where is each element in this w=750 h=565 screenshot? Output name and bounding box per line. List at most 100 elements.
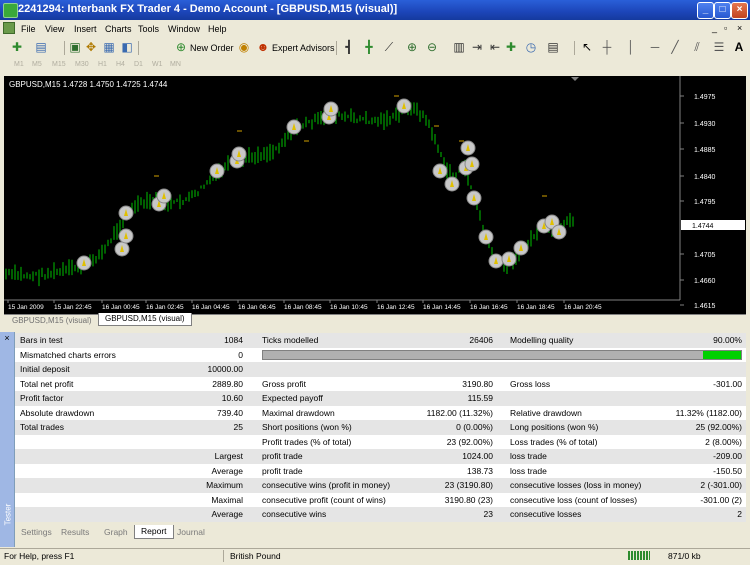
periodicity-icon[interactable]: ◷ xyxy=(524,40,538,54)
vertical-line-icon[interactable]: │ xyxy=(624,40,638,54)
tester-close-icon[interactable]: × xyxy=(2,333,12,343)
chart-canvas[interactable]: GBPUSD,M15 1.4728 1.4750 1.4725 1.4744 1… xyxy=(4,76,746,314)
document-icon[interactable] xyxy=(3,22,15,34)
terminal-icon[interactable]: ▦ xyxy=(102,40,116,54)
cursor-icon[interactable]: ↖ xyxy=(580,40,594,54)
horizontal-line-icon[interactable]: ─ xyxy=(648,40,662,54)
menu-charts[interactable]: Charts xyxy=(105,24,132,34)
time-label: 15 Jan 22:45 xyxy=(54,304,92,311)
menu-file[interactable]: File xyxy=(21,24,36,34)
report-cell-c1: Profit factor xyxy=(20,393,64,403)
fibonacci-icon[interactable]: ☰ xyxy=(712,40,726,54)
meta-editor-icon[interactable]: ◉ xyxy=(237,40,251,54)
report-cell-v1: Average xyxy=(211,465,243,476)
doc-minimize-icon[interactable]: _ xyxy=(712,23,717,33)
report-row: Bars in test 1084 Ticks modelled 26406 Model… xyxy=(15,333,746,348)
menu-view[interactable]: View xyxy=(45,24,64,34)
status-traffic: 871/0 kb xyxy=(668,551,701,561)
maximize-button[interactable]: □ xyxy=(714,2,731,19)
report-cell-c2: Short positions (won %) xyxy=(262,422,352,432)
new-chart-icon[interactable]: ✚ xyxy=(10,40,24,54)
time-label: 16 Jan 10:45 xyxy=(330,304,368,311)
tab-results[interactable]: Results xyxy=(61,526,89,539)
tab-journal[interactable]: Journal xyxy=(177,526,205,539)
trendline-icon[interactable]: ╱ xyxy=(668,40,682,54)
report-row: Maximum consecutive wins (profit in money… xyxy=(15,478,746,493)
indicators-icon[interactable]: ✚ xyxy=(504,40,518,54)
period-h4[interactable]: H4 xyxy=(116,61,125,68)
report-cell-c3: Relative drawdown xyxy=(510,407,582,418)
period-m1[interactable]: M1 xyxy=(14,61,24,68)
new-order-icon[interactable]: ⊕ xyxy=(174,40,188,54)
period-mn[interactable]: MN xyxy=(170,61,181,68)
time-label: 16 Jan 12:45 xyxy=(377,304,415,311)
channel-icon[interactable]: ⫽ xyxy=(690,40,704,54)
report-cell-c3: Long positions (won %) xyxy=(510,422,599,432)
tab-settings[interactable]: Settings xyxy=(21,526,52,539)
tester-report: Bars in test 1084 Ticks modelled 26406 Model… xyxy=(15,333,746,522)
doc-close-icon[interactable]: × xyxy=(737,23,742,33)
close-button[interactable]: × xyxy=(731,2,748,19)
report-cell-v1: 1084 xyxy=(224,335,243,345)
period-h1[interactable]: H1 xyxy=(98,61,107,68)
line-chart-icon[interactable]: ⟋ xyxy=(382,40,396,54)
period-m5[interactable]: M5 xyxy=(32,61,42,68)
report-cell-c3: consecutive losses (loss in money) xyxy=(510,480,642,490)
zoom-in-icon[interactable]: ⊕ xyxy=(405,40,419,54)
report-row: Total trades 25 Short positions (won %) 0 (… xyxy=(15,420,746,435)
text-tool-icon[interactable]: A xyxy=(732,40,746,54)
crosshair-icon[interactable]: ┼ xyxy=(600,40,614,54)
chart-header: GBPUSD,M15 1.4728 1.4750 1.4725 1.4744 xyxy=(9,80,168,89)
report-cell-c3: loss trade xyxy=(510,465,547,476)
templates-icon[interactable]: ▤ xyxy=(546,40,560,54)
profiles-icon[interactable]: ▤ xyxy=(34,40,48,54)
expert-advisors-icon[interactable]: ☻ xyxy=(256,40,270,54)
auto-scroll-icon[interactable]: ⇥ xyxy=(470,40,484,54)
chart-tab-1[interactable]: GBPUSD,M15 (visual) xyxy=(6,315,98,327)
candlestick-icon[interactable]: ╋ xyxy=(362,40,376,54)
period-d1[interactable]: D1 xyxy=(134,61,143,68)
report-row: Largest profit trade 1024.00 loss trade -209… xyxy=(15,449,746,464)
tab-report[interactable]: Report xyxy=(134,525,174,539)
report-cell-c1: Bars in test xyxy=(20,335,63,345)
period-w1[interactable]: W1 xyxy=(152,61,163,68)
report-cell-v1: Largest xyxy=(214,451,243,461)
time-label: 16 Jan 14:45 xyxy=(423,304,461,311)
navigator-icon[interactable]: ✥ xyxy=(84,40,98,54)
zoom-out-icon[interactable]: ⊖ xyxy=(425,40,439,54)
expert-advisors-button[interactable]: Expert Advisors xyxy=(272,43,335,53)
status-profile: British Pound xyxy=(230,551,281,561)
report-cell-v1: 10000.00 xyxy=(207,364,243,374)
market-watch-icon[interactable]: ▣ xyxy=(68,40,82,54)
report-cell-v1: 2889.80 xyxy=(212,378,243,389)
minimize-button[interactable]: _ xyxy=(697,2,714,19)
tile-windows-icon[interactable]: ▥ xyxy=(452,40,466,54)
report-cell-v1: 739.40 xyxy=(217,407,243,418)
report-cell-c1: Absolute drawdown xyxy=(20,407,95,418)
report-cell-c3: loss trade xyxy=(510,451,547,461)
doc-restore-icon[interactable]: ▫ xyxy=(724,23,727,33)
report-cell-c3: Modelling quality xyxy=(510,335,574,345)
toolbar-separator xyxy=(336,41,337,55)
tab-graph[interactable]: Graph xyxy=(104,526,128,539)
new-order-button[interactable]: New Order xyxy=(190,43,234,53)
report-cell-v3: 11.32% (1182.00) xyxy=(675,407,742,418)
price-chart[interactable]: GBPUSD,M15 1.4728 1.4750 1.4725 1.4744 1… xyxy=(4,76,746,314)
tester-icon[interactable]: ◧ xyxy=(120,40,134,54)
report-cell-v2: 3190.80 (23) xyxy=(444,494,493,505)
menu-help[interactable]: Help xyxy=(208,24,227,34)
chart-tab-2[interactable]: GBPUSD,M15 (visual) xyxy=(98,313,192,326)
report-cell-v3: -209.00 xyxy=(713,451,742,461)
status-divider xyxy=(223,550,224,562)
menu-tools[interactable]: Tools xyxy=(138,24,159,34)
time-label: 15 Jan 2009 xyxy=(8,304,44,311)
chart-shift-icon[interactable]: ⇤ xyxy=(488,40,502,54)
menu-insert[interactable]: Insert xyxy=(74,24,97,34)
bar-chart-icon[interactable]: ┫ xyxy=(342,40,356,54)
menu-window[interactable]: Window xyxy=(168,24,200,34)
report-cell-c3: consecutive losses xyxy=(510,509,582,519)
period-m30[interactable]: M30 xyxy=(75,61,89,68)
report-cell-c2: profit trade xyxy=(262,451,303,461)
report-cell-c3: Loss trades (% of total) xyxy=(510,436,598,447)
period-m15[interactable]: M15 xyxy=(52,61,66,68)
